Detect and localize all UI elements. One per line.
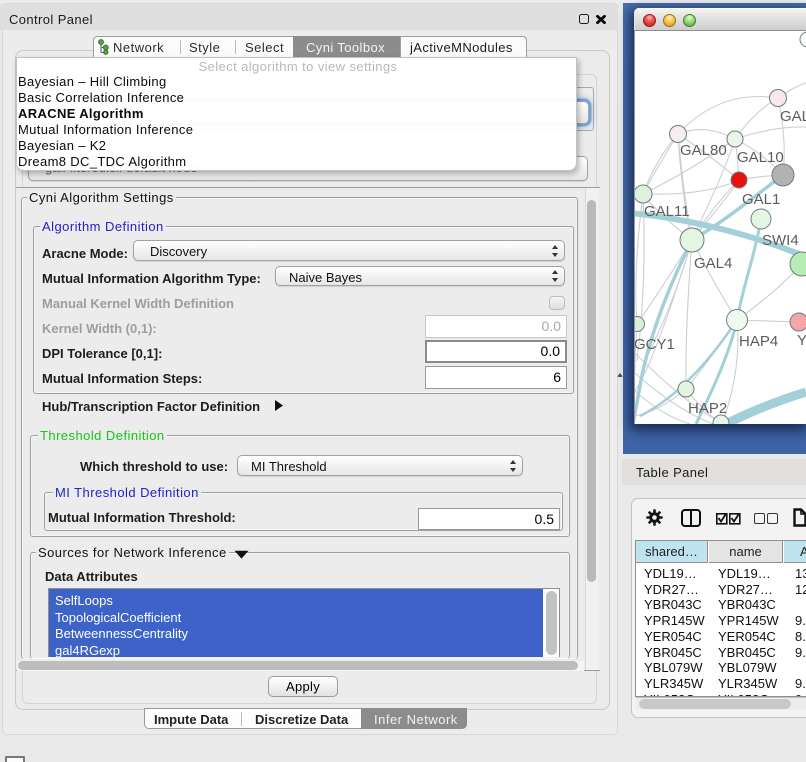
svg-text:GCY1: GCY1	[635, 336, 675, 353]
svg-text:Y: Y	[797, 332, 806, 349]
svg-text:GAL80: GAL80	[680, 142, 727, 159]
svg-text:HAP2: HAP2	[688, 400, 727, 417]
svg-text:GAL10: GAL10	[737, 149, 784, 166]
svg-text:GAL1: GAL1	[742, 191, 780, 208]
svg-text:GAL: GAL	[780, 108, 806, 125]
svg-text:HAP4: HAP4	[739, 333, 778, 350]
svg-text:GAL4: GAL4	[694, 255, 732, 272]
svg-text:GAL11: GAL11	[644, 203, 690, 220]
svg-text:SWI4: SWI4	[762, 232, 799, 249]
